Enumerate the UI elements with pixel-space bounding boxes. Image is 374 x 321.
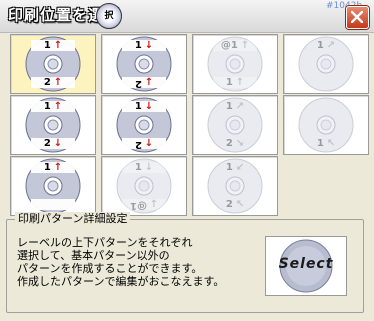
description-line: 選択して、基本パターン以外の [17, 249, 170, 262]
pattern-tile[interactable]: 1 ↑ 2 ↑ [10, 34, 96, 94]
select-button-label: Select [278, 256, 334, 272]
pattern-tile[interactable]: 1 ↓ 2 ↓ [101, 95, 187, 155]
top-label: 1 ↓ [102, 101, 186, 113]
top-label: 1 ↓ [102, 40, 186, 52]
top-arrow-icon: ↑ [240, 40, 250, 51]
detail-settings-label: 印刷パターン詳細設定 [15, 212, 131, 226]
bottom-number: 2 [43, 77, 51, 88]
top-arrow-icon: ↗ [326, 40, 336, 51]
bottom-number: 2 [43, 138, 51, 149]
description-line: 作成したパターンで編集がおこなえます。 [17, 275, 225, 288]
bottom-number: 2 [134, 78, 142, 89]
top-arrow-icon: ↑ [53, 40, 63, 51]
top-label: @1 ↑ [193, 40, 277, 52]
bottom-label: 2 ↓ [102, 138, 186, 150]
top-label: 1 ↙ [193, 162, 277, 174]
bottom-number: 1 [225, 77, 233, 88]
bottom-number: 1 [316, 138, 324, 149]
close-button[interactable] [346, 6, 369, 29]
bottom-label: 2 ↑ [11, 77, 95, 89]
top-arrow-icon: ↑ [53, 162, 63, 173]
bottom-label: @1 ↑ [102, 199, 186, 211]
bottom-label: 2 ↘ [193, 138, 277, 150]
pattern-tile: 1 ↙ 2 ↖ [192, 156, 278, 216]
bottom-arrow-icon: ↑ [144, 77, 154, 88]
top-label: 1 ↓ [102, 162, 186, 174]
top-number: 1 [134, 162, 142, 173]
top-label: 1 ↗ [284, 40, 368, 52]
pattern-tile: 1 ↗ [283, 34, 369, 94]
pattern-tile[interactable]: 1 ↑ [10, 156, 96, 216]
bottom-label: 1 ↖ [284, 138, 368, 150]
pattern-tile: 1 ↗ 2 ↘ [192, 95, 278, 155]
top-number: 1 [134, 101, 142, 112]
description-line: パターンを作成することができます。 [17, 262, 203, 275]
bottom-arrow-icon: ↑ [149, 199, 159, 210]
top-number: 1 [43, 101, 51, 112]
top-number: 1 [134, 40, 142, 51]
bottom-number: 2 [225, 138, 233, 149]
select-button[interactable]: Select [265, 236, 347, 296]
bottom-number: 2 [225, 199, 233, 210]
bottom-arrow-icon: ↘ [235, 138, 245, 149]
close-icon [351, 11, 363, 23]
top-label: 1 ↑ [11, 162, 95, 174]
bottom-number: @1 [129, 200, 147, 211]
top-arrow-icon: ↑ [53, 101, 63, 112]
top-label: 1 ↑ [11, 101, 95, 113]
top-arrow-icon: ↓ [144, 162, 154, 173]
top-number: 1 [43, 162, 51, 173]
bottom-arrow-icon: ↑ [235, 77, 245, 88]
top-label: 1 ↗ [193, 101, 277, 113]
pattern-tile: 1 ↓ @1 ↑ [101, 156, 187, 216]
bottom-label: 2 ↖ [193, 199, 277, 211]
top-number: @1 [220, 40, 238, 51]
bottom-label: 1 ↑ [193, 77, 277, 89]
bottom-label: 2 ↓ [11, 138, 95, 150]
top-arrow-icon: ↓ [144, 40, 154, 51]
top-number: 1 [43, 40, 51, 51]
top-arrow-icon: ↙ [235, 162, 245, 173]
top-number: 1 [225, 162, 233, 173]
bottom-arrow-icon: ↖ [326, 138, 336, 149]
title-badge-icon: 択 [96, 3, 122, 29]
bottom-arrow-icon: ↓ [53, 138, 63, 149]
description-line: レーベルの上下パターンをそれぞれ [17, 236, 193, 249]
pattern-tile[interactable]: 1 ↑ 2 ↓ [10, 95, 96, 155]
bottom-arrow-icon: ↓ [144, 138, 154, 149]
pattern-tile[interactable]: 1 ↓ 2 ↑ [101, 34, 187, 94]
bottom-number: 2 [134, 139, 142, 150]
title-bar: 印刷位置を選択 択 #1042b [0, 0, 374, 33]
bottom-arrow-icon: ↑ [53, 77, 63, 88]
top-number: 1 [316, 40, 324, 51]
pattern-tile: @1 ↑ 1 ↑ [192, 34, 278, 94]
top-arrow-icon: ↓ [144, 101, 154, 112]
pattern-tile: 1 ↖ [283, 95, 369, 155]
bottom-arrow-icon: ↖ [235, 199, 245, 210]
description-text: レーベルの上下パターンをそれぞれ 選択して、基本パターン以外の パターンを作成す… [17, 236, 224, 288]
bottom-label: 2 ↑ [102, 77, 186, 89]
detail-settings-group: 印刷パターン詳細設定 レーベルの上下パターンをそれぞれ 選択して、基本パターン以… [6, 212, 364, 313]
top-arrow-icon: ↗ [235, 101, 245, 112]
top-number: 1 [225, 101, 233, 112]
top-label: 1 ↑ [11, 40, 95, 52]
